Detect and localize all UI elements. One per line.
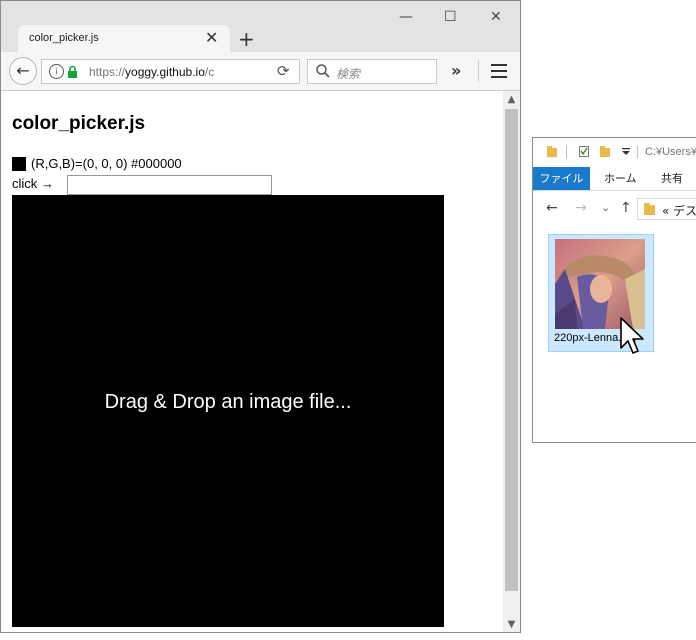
- ribbon-tab-home[interactable]: ホーム: [604, 167, 637, 190]
- address-row: ← → ⌄ ↑ « デス: [533, 196, 696, 222]
- minimize-icon[interactable]: —: [399, 9, 413, 25]
- search-icon: [316, 64, 330, 78]
- address-text: « デス: [662, 204, 696, 218]
- color-value-input[interactable]: [67, 175, 272, 195]
- rgb-readout: (R,G,B)=(0, 0, 0) #000000: [31, 156, 182, 171]
- info-icon[interactable]: i: [49, 64, 64, 79]
- image-drop-zone[interactable]: Drag & Drop an image file...: [12, 195, 444, 627]
- url-text: https://yoggy.github.io/c: [89, 65, 215, 79]
- page-title: color_picker.js: [12, 113, 146, 134]
- folder-icon: [644, 203, 655, 215]
- ribbon-tabs: ファイル ホーム 共有: [533, 167, 696, 191]
- search-placeholder: 検索: [336, 67, 361, 81]
- click-label: click →: [12, 176, 54, 191]
- hamburger-menu-icon[interactable]: [491, 64, 507, 78]
- back-button[interactable]: ←: [9, 57, 37, 85]
- folder-icon: [547, 146, 557, 157]
- explorer-title-bar: C:¥Users¥: [533, 138, 696, 166]
- tab-color-picker[interactable]: color_picker.js ✕: [18, 25, 230, 53]
- title-divider: [637, 146, 638, 158]
- mouse-cursor-icon: [620, 317, 644, 354]
- explorer-title-path: C:¥Users¥: [645, 146, 696, 158]
- maximize-icon[interactable]: ☐: [444, 9, 457, 25]
- navigation-toolbar: ← i https://yoggy.github.io/c ⟳ 検索 »: [1, 52, 520, 91]
- color-swatch: [12, 157, 26, 171]
- scroll-thumb[interactable]: [505, 109, 518, 591]
- new-folder-icon[interactable]: [600, 146, 610, 157]
- overflow-menu-icon[interactable]: »: [451, 61, 461, 80]
- drop-instruction: Drag & Drop an image file...: [104, 391, 352, 413]
- file-explorer-window: C:¥Users¥ ファイル ホーム 共有 ← → ⌄ ↑ « デス 220px…: [532, 137, 696, 443]
- browser-window: color_picker.js ✕ + — ☐ ✕ ← i https://yo…: [0, 0, 521, 633]
- scroll-up-arrow-icon[interactable]: ▲: [503, 91, 520, 108]
- quick-access-dropdown-icon[interactable]: [621, 146, 631, 157]
- url-bar[interactable]: i https://yoggy.github.io/c ⟳: [41, 59, 300, 84]
- vertical-scrollbar[interactable]: ▲ ▼: [503, 91, 520, 632]
- address-bar[interactable]: « デス: [637, 198, 696, 220]
- title-divider: [566, 146, 567, 158]
- toolbar-divider: [478, 60, 479, 82]
- properties-check-icon[interactable]: [579, 146, 589, 157]
- tab-title: color_picker.js: [29, 32, 99, 44]
- new-tab-button[interactable]: +: [238, 27, 255, 51]
- tab-strip: color_picker.js ✕ + — ☐ ✕: [1, 1, 520, 53]
- recent-locations-icon[interactable]: ⌄: [601, 200, 610, 216]
- page-content: color_picker.js (R,G,B)=(0, 0, 0) #00000…: [1, 91, 503, 632]
- forward-arrow-icon[interactable]: →: [575, 200, 587, 216]
- reload-icon[interactable]: ⟳: [277, 62, 290, 80]
- ribbon-tab-file[interactable]: ファイル: [533, 167, 590, 190]
- lock-icon: [68, 65, 77, 78]
- close-window-icon[interactable]: ✕: [490, 9, 502, 25]
- back-arrow-icon[interactable]: ←: [546, 200, 558, 216]
- tab-close-icon[interactable]: ✕: [205, 28, 218, 48]
- search-input[interactable]: 検索: [307, 59, 437, 84]
- up-folder-icon[interactable]: ↑: [620, 200, 632, 216]
- ribbon-tab-share[interactable]: 共有: [661, 167, 683, 190]
- scroll-down-arrow-icon[interactable]: ▼: [503, 616, 520, 632]
